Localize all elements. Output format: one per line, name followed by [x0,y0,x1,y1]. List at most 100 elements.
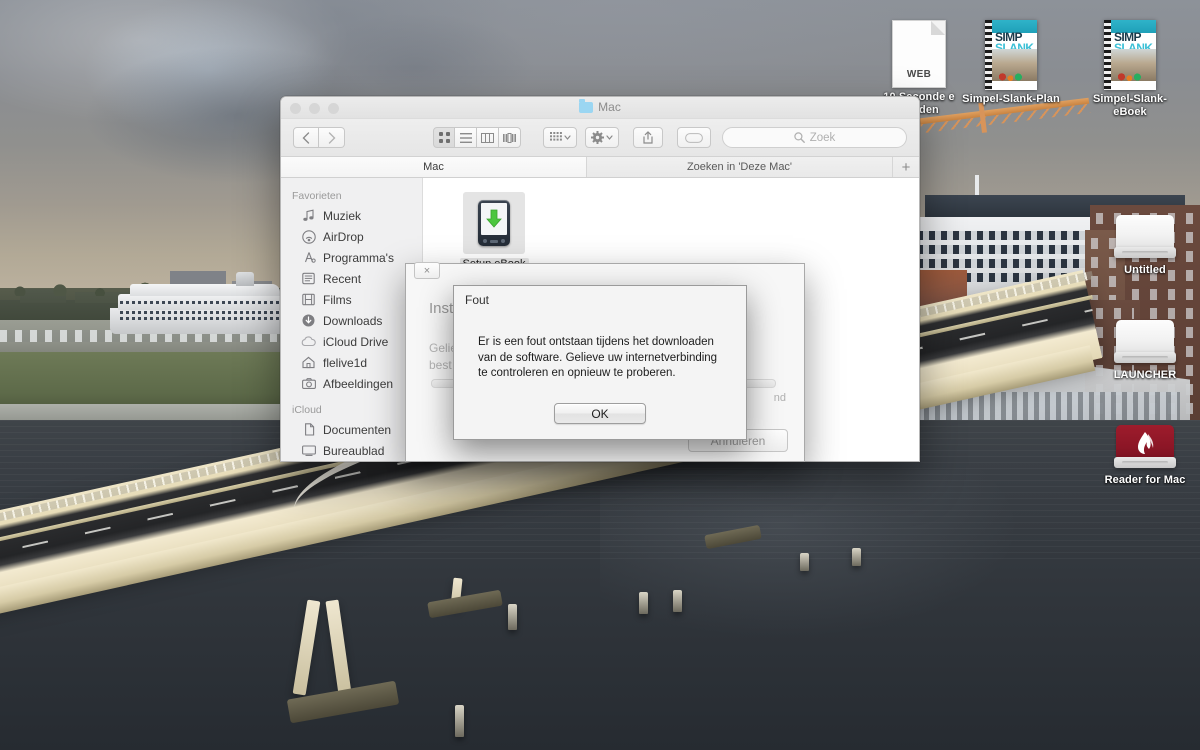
finder-tab-bar[interactable]: Mac Zoeken in 'Deze Mac' + [281,157,919,178]
share-icon [642,131,654,144]
reader-drive-icon [1114,425,1176,471]
desktop-icon-drive-reader[interactable]: Reader for Mac [1090,425,1200,487]
installer-eta-label: nd [774,392,786,404]
sidebar-item-documenten[interactable]: Documenten [281,419,422,440]
gear-icon [591,131,604,144]
mooring-post [673,590,682,612]
gallery-view-button[interactable] [499,127,521,148]
forward-button[interactable] [319,127,345,148]
cloud-icon [301,334,316,349]
column-view-button[interactable] [477,127,499,148]
new-tab-button[interactable]: + [893,157,919,177]
sidebar-item-films[interactable]: Films [281,289,422,310]
desktop-icon-label: LAUNCHER [1090,369,1200,382]
navigation-buttons[interactable] [293,127,345,148]
sidebar-item-label: Downloads [323,314,382,328]
sidebar-item-icloud-drive-fav[interactable]: iCloud Drive [281,331,422,352]
error-dialog-ok-button[interactable]: OK [554,403,646,424]
column-view-icon [481,133,494,143]
mooring-post [508,604,517,630]
reader-flame-icon [1132,431,1158,455]
tab-label: Mac [423,161,444,173]
tab-mac[interactable]: Mac [281,157,587,177]
films-icon [301,292,316,307]
sidebar-item-downloads[interactable]: Downloads [281,310,422,331]
sidebar-item-recent[interactable]: Recent [281,268,422,289]
chevron-right-icon [328,132,336,144]
list-view-button[interactable] [455,127,477,148]
desktop-icon-simpel-slank-ebook[interactable]: SIMP SLANK Simpel-Slank- eBoek [1075,20,1185,119]
list-view-icon [460,133,472,143]
airdrop-icon [301,229,316,244]
hard-drive-icon [1114,320,1176,366]
sidebar-item-label: AirDrop [323,230,364,244]
sidebar-item-label: Recent [323,272,361,286]
share-button[interactable] [633,127,663,148]
desktop-icon-label: Reader for Mac [1090,474,1200,487]
documents-icon [301,422,316,437]
book-cover-icon: SIMP SLANK [1104,20,1156,90]
home-icon [301,355,316,370]
tab-zoeken-deze-mac[interactable]: Zoeken in 'Deze Mac' [587,157,893,177]
arrange-button[interactable] [543,127,577,148]
desktop-icon [301,443,316,458]
web-badge-label: WEB [893,69,945,80]
error-dialog-title: Fout [465,293,489,307]
sidebar-section-header-icloud: iCloud [281,394,422,419]
gallery-view-icon [503,133,516,143]
finder-toolbar[interactable]: Zoek [281,119,919,157]
sidebar-item-label: Bureaublad [323,444,384,458]
green-download-arrow-icon [486,209,502,229]
finder-titlebar[interactable]: Mac [281,97,919,119]
back-button[interactable] [293,127,319,148]
sidebar-item-label: flelive1d [323,356,367,370]
installer-close-button[interactable]: × [414,262,440,279]
finder-sidebar[interactable]: Favorieten Muziek [281,178,423,461]
search-input[interactable]: Zoek [722,127,907,148]
sidebar-item-home[interactable]: flelive1d [281,352,422,373]
sidebar-item-afbeeldingen[interactable]: Afbeeldingen [281,373,422,394]
desktop-icon-label: Simpel-Slank-Plan [956,93,1066,106]
tag-icon [685,133,703,143]
icon-view-icon [439,132,450,143]
cruise-ship-left [110,268,300,334]
camera-icon [301,376,316,391]
desktop-icon-drive-untitled[interactable]: Untitled [1090,215,1200,277]
hard-drive-icon [1114,215,1176,261]
window-title-group: Mac [281,100,919,114]
sidebar-item-label: Programma's [323,251,394,265]
sidebar-item-programmas[interactable]: Programma's [281,247,422,268]
sidebar-item-muziek[interactable]: Muziek [281,205,422,226]
ereader-download-icon [463,192,525,254]
recent-icon [301,271,316,286]
book-cover-icon: SIMP SLANK [985,20,1037,90]
desktop-icon-label: Untitled [1090,264,1200,277]
tag-button[interactable] [677,127,711,148]
sidebar-item-label: Films [323,293,352,307]
sidebar-item-label: Afbeeldingen [323,377,393,391]
action-button[interactable] [585,127,619,148]
applications-icon [301,250,316,265]
sidebar-item-label: iCloud Drive [323,335,388,349]
download-icon [301,313,316,328]
chevron-down-icon [564,135,571,140]
chevron-down-icon [606,135,613,140]
folder-icon [579,102,593,113]
chevron-left-icon [302,132,310,144]
sidebar-item-airdrop[interactable]: AirDrop [281,226,422,247]
document-icon: WEB [892,20,946,88]
desktop-icon-drive-launcher[interactable]: LAUNCHER [1090,320,1200,382]
mooring-post [455,705,464,737]
sidebar-item-bureaublad[interactable]: Bureaublad [281,440,422,461]
view-mode-buttons[interactable] [433,127,521,148]
icon-view-button[interactable] [433,127,455,148]
grid-icon [550,132,562,143]
window-title: Mac [598,100,621,114]
mooring-post [852,548,861,566]
search-icon [794,132,805,143]
sidebar-item-label: Muziek [323,209,361,223]
desktop-icon-simpel-slank-plan[interactable]: SIMP SLANK Simpel-Slank-Plan [956,20,1066,106]
error-dialog[interactable]: Fout Er is een fout ontstaan tijdens het… [453,285,747,440]
mooring-post [800,553,809,571]
mooring-post [639,592,648,614]
